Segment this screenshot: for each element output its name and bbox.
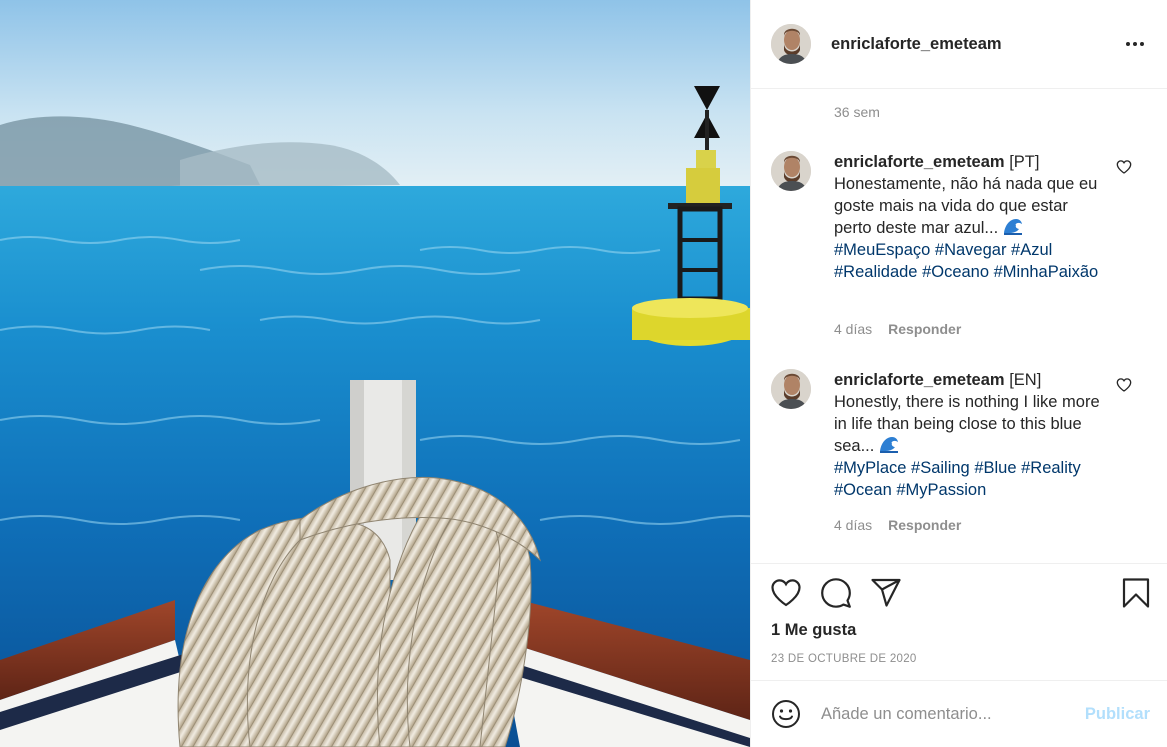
language-tag: [PT] (1009, 153, 1040, 171)
comment-meta: 4 días Responder (834, 321, 961, 337)
post-actions: 1 Me gusta 23 DE OCTUBRE DE 2020 (751, 563, 1167, 680)
comment-icon[interactable] (820, 577, 852, 609)
comment-hashtags[interactable]: #MyPlace #Sailing #Blue #Reality #Ocean … (834, 459, 1081, 499)
comment-like-heart-icon[interactable] (1116, 377, 1132, 393)
comment-text: Honestamente, não há nada que eu goste m… (834, 175, 1098, 237)
comment-item: enriclaforte_emeteam [EN] Honestly, ther… (771, 369, 1151, 539)
post-photo[interactable] (0, 0, 750, 747)
comment-body: enriclaforte_emeteam [PT] Honestamente, … (834, 151, 1104, 283)
comment-meta: 4 días Responder (834, 517, 961, 533)
comment-text: Honestly, there is nothing I like more i… (834, 393, 1100, 455)
sea-buoy-rope-image (0, 0, 750, 747)
wave-emoji-icon (879, 435, 899, 453)
heart-icon[interactable] (770, 577, 802, 609)
comment-body: enriclaforte_emeteam [EN] Honestly, ther… (834, 369, 1104, 501)
dot (1140, 42, 1144, 46)
avatar-image (771, 24, 811, 64)
post-header: enriclaforte_emeteam (751, 0, 1167, 89)
bookmark-icon[interactable] (1120, 577, 1152, 609)
avatar[interactable] (771, 369, 811, 409)
avatar-image (771, 151, 811, 191)
likes-count[interactable]: 1 Me gusta (771, 621, 856, 640)
avatar[interactable] (771, 24, 811, 64)
comment-username[interactable]: enriclaforte_emeteam (834, 371, 1005, 389)
comment-age[interactable]: 4 días (834, 517, 872, 533)
post-time-ago[interactable]: 36 sem (834, 104, 880, 120)
share-icon[interactable] (870, 577, 902, 609)
language-tag: [EN] (1009, 371, 1042, 389)
wave-emoji-icon (1003, 217, 1023, 235)
comment-item: enriclaforte_emeteam [PT] Honestamente, … (771, 151, 1151, 341)
avatar-image (771, 369, 811, 409)
emoji-icon[interactable] (771, 699, 801, 729)
comment-input[interactable] (821, 704, 1077, 724)
comments-list: 36 sem enriclaforte_emeteam [PT] Honesta… (751, 89, 1167, 563)
comment-username[interactable]: enriclaforte_emeteam (834, 153, 1005, 171)
comment-like-heart-icon[interactable] (1116, 159, 1132, 175)
avatar[interactable] (771, 151, 811, 191)
reply-button[interactable]: Responder (888, 321, 961, 337)
post-side-panel: enriclaforte_emeteam 36 sem enriclaforte… (750, 0, 1167, 747)
comment-hashtags[interactable]: #MeuEspaço #Navegar #Azul #Realidade #Oc… (834, 241, 1098, 281)
comment-age[interactable]: 4 días (834, 321, 872, 337)
publish-button[interactable]: Publicar (1085, 705, 1150, 724)
reply-button[interactable]: Responder (888, 517, 961, 533)
add-comment-bar: Publicar (751, 680, 1167, 747)
post-username[interactable]: enriclaforte_emeteam (831, 35, 1002, 54)
dot (1133, 42, 1137, 46)
post-date[interactable]: 23 DE OCTUBRE DE 2020 (771, 653, 917, 665)
more-options-icon[interactable] (1123, 32, 1147, 56)
dot (1126, 42, 1130, 46)
